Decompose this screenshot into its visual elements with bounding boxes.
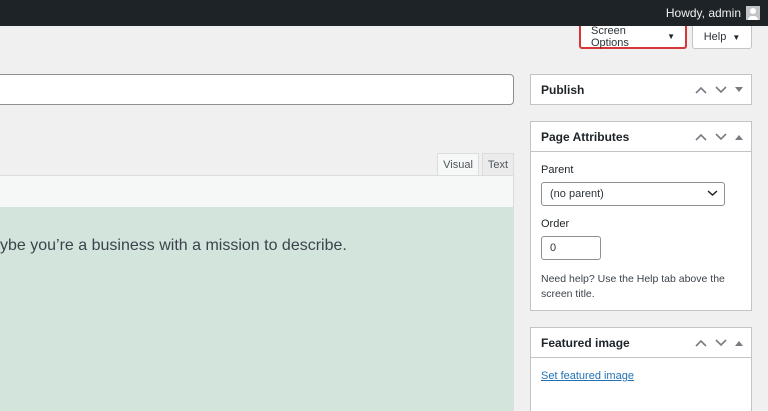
publish-box-header[interactable]: Publish <box>531 75 751 105</box>
chevron-down-icon[interactable] <box>715 339 727 347</box>
set-featured-image-link[interactable]: Set featured image <box>541 370 634 382</box>
parent-select[interactable]: (no parent) <box>541 182 725 206</box>
title-input[interactable] <box>0 74 514 105</box>
featured-image-title: Featured image <box>541 335 630 350</box>
order-label: Order <box>541 218 570 230</box>
caret-down-icon: ▼ <box>732 32 741 42</box>
chevron-up-icon[interactable] <box>695 133 707 141</box>
chevron-up-icon[interactable] <box>695 86 707 94</box>
my-account-menu[interactable]: Howdy, admin <box>666 0 760 26</box>
screen-options-label: Screen Options <box>591 24 629 49</box>
publish-box: Publish <box>530 74 752 105</box>
chevron-down-icon[interactable] <box>715 86 727 94</box>
avatar-icon <box>746 6 760 20</box>
howdy-text: Howdy, admin <box>665 6 741 20</box>
order-input[interactable]: 0 <box>541 236 601 260</box>
help-label: Help <box>703 31 727 43</box>
page-attributes-title: Page Attributes <box>541 129 630 144</box>
caret-down-icon: ▼ <box>667 32 675 41</box>
parent-select-value: (no parent) <box>550 188 604 200</box>
featured-image-header[interactable]: Featured image <box>531 328 751 358</box>
chevron-down-icon[interactable] <box>715 133 727 141</box>
chevron-down-icon <box>707 190 718 197</box>
order-input-value: 0 <box>550 242 557 254</box>
editor-toolbar <box>0 175 514 208</box>
toggle-arrow-up-icon[interactable] <box>735 134 743 140</box>
tab-text-label: Text <box>487 159 509 171</box>
page-attributes-header[interactable]: Page Attributes <box>531 122 751 152</box>
tab-text[interactable]: Text <box>482 153 514 176</box>
chevron-up-icon[interactable] <box>695 339 707 347</box>
page-attributes-box: Page Attributes Parent (no parent) Order… <box>530 121 752 311</box>
parent-label: Parent <box>541 164 574 176</box>
featured-image-box: Featured image Set featured image <box>530 327 752 411</box>
publish-title: Publish <box>541 83 585 97</box>
help-button[interactable]: Help ▼ <box>692 26 752 49</box>
help-text: Need help? Use the Help tab above the sc… <box>541 273 725 300</box>
toggle-arrow-up-icon[interactable] <box>735 340 743 346</box>
tab-visual-label: Visual <box>443 159 473 171</box>
editor-content-text: ybe you’re a business with a mission to … <box>0 237 347 254</box>
toggle-arrow-down-icon[interactable] <box>735 87 743 93</box>
screen-options-button[interactable]: Screen Options ▼ <box>579 24 687 49</box>
admin-bar: Howdy, admin <box>0 0 768 26</box>
tab-visual[interactable]: Visual <box>437 153 479 176</box>
